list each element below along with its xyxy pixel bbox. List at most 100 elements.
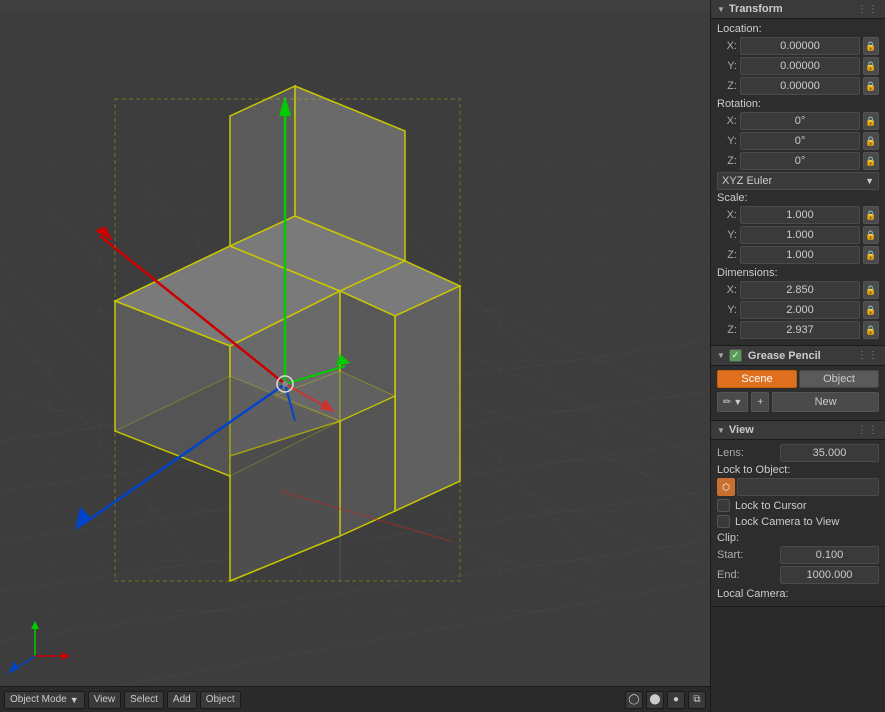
transform-header[interactable]: ▼ Transform ⋮⋮ bbox=[711, 0, 885, 19]
clip-end-row: End: 1000.000 bbox=[717, 566, 879, 584]
location-y-lock[interactable]: 🔒 bbox=[863, 57, 879, 75]
location-x-lock[interactable]: 🔒 bbox=[863, 37, 879, 55]
view-menu[interactable]: View bbox=[88, 691, 122, 709]
gp-tab-scene[interactable]: Scene bbox=[717, 370, 797, 388]
euler-dropdown-row: XYZ Euler ▼ bbox=[717, 172, 879, 190]
dimensions-x-lock[interactable]: 🔒 bbox=[863, 281, 879, 299]
clip-start-field[interactable]: 0.100 bbox=[780, 546, 879, 564]
mode-select[interactable]: Object Mode ▼ bbox=[4, 691, 85, 709]
view-header[interactable]: ▼ View ⋮⋮ bbox=[711, 421, 885, 440]
lens-row: Lens: 35.000 bbox=[717, 444, 879, 462]
view-options-icon: ⋮⋮ bbox=[857, 425, 879, 436]
lock-object-input[interactable] bbox=[737, 478, 879, 496]
lock-object-icon: ⬡ bbox=[717, 478, 735, 496]
gp-tab-object[interactable]: Object bbox=[799, 370, 879, 388]
dimensions-z-field[interactable]: 2.937 bbox=[740, 321, 860, 339]
rotation-y-label: Y: bbox=[717, 135, 737, 147]
lock-object-section: Lock to Object: ⬡ bbox=[717, 464, 879, 496]
dimensions-z-row: Z: 2.937 🔒 bbox=[717, 321, 879, 339]
dimensions-y-label: Y: bbox=[717, 304, 737, 316]
clip-section: Clip: Start: 0.100 End: 1000.000 bbox=[717, 532, 879, 584]
location-z-lock[interactable]: 🔒 bbox=[863, 77, 879, 95]
dimensions-label-row: Dimensions: bbox=[717, 267, 879, 279]
gp-enable-checkbox[interactable]: ✓ bbox=[729, 349, 742, 362]
view-collapse-icon: ▼ bbox=[717, 426, 725, 435]
lens-label: Lens: bbox=[717, 447, 777, 459]
lock-object-field: ⬡ bbox=[717, 478, 879, 496]
dimensions-y-lock[interactable]: 🔒 bbox=[863, 301, 879, 319]
scale-x-field[interactable]: 1.000 bbox=[740, 206, 860, 224]
rotation-x-lock[interactable]: 🔒 bbox=[863, 112, 879, 130]
dimensions-y-field[interactable]: 2.000 bbox=[740, 301, 860, 319]
grease-pencil-header[interactable]: ▼ ✓ Grease Pencil ⋮⋮ bbox=[711, 346, 885, 366]
clip-label: Clip: bbox=[717, 532, 879, 544]
lock-camera-label: Lock Camera to View bbox=[735, 516, 839, 528]
lock-camera-checkbox[interactable] bbox=[717, 515, 730, 528]
rotation-z-field[interactable]: 0° bbox=[740, 152, 860, 170]
dimensions-x-label: X: bbox=[717, 284, 737, 296]
local-camera-label: Local Camera: bbox=[717, 588, 879, 600]
scale-x-lock[interactable]: 🔒 bbox=[863, 206, 879, 224]
view-title: View bbox=[729, 424, 853, 436]
clip-start-row: Start: 0.100 bbox=[717, 546, 879, 564]
clip-end-label: End: bbox=[717, 569, 777, 581]
view-content: Lens: 35.000 Lock to Object: ⬡ Lock to C bbox=[711, 440, 885, 606]
dimensions-label: Dimensions: bbox=[717, 267, 778, 279]
object-menu[interactable]: Object bbox=[200, 691, 241, 709]
add-menu[interactable]: Add bbox=[167, 691, 197, 709]
lock-cursor-row: Lock to Cursor bbox=[717, 499, 879, 512]
gp-add-btn[interactable]: + bbox=[751, 392, 769, 412]
lock-cursor-checkbox[interactable] bbox=[717, 499, 730, 512]
overlay-toggle[interactable]: ⧉ bbox=[688, 691, 706, 709]
gp-title: Grease Pencil bbox=[748, 350, 853, 362]
location-z-label: Z: bbox=[717, 80, 737, 92]
rotation-x-field[interactable]: 0° bbox=[740, 112, 860, 130]
rotation-y-field[interactable]: 0° bbox=[740, 132, 860, 150]
scale-z-lock[interactable]: 🔒 bbox=[863, 246, 879, 264]
dimensions-y-row: Y: 2.000 🔒 bbox=[717, 301, 879, 319]
gp-pencil-btn[interactable]: ✏ ▼ bbox=[717, 392, 748, 412]
scale-z-label: Z: bbox=[717, 249, 737, 261]
lock-object-label: Lock to Object: bbox=[717, 464, 879, 476]
location-y-field[interactable]: 0.00000 bbox=[740, 57, 860, 75]
gp-options-icon: ⋮⋮ bbox=[857, 350, 879, 361]
location-y-row: Y: 0.00000 🔒 bbox=[717, 57, 879, 75]
location-z-field[interactable]: 0.00000 bbox=[740, 77, 860, 95]
rotation-z-lock[interactable]: 🔒 bbox=[863, 152, 879, 170]
clip-start-label: Start: bbox=[717, 549, 777, 561]
location-x-field[interactable]: 0.00000 bbox=[740, 37, 860, 55]
lock-cursor-label: Lock to Cursor bbox=[735, 500, 807, 512]
viewport-shade[interactable]: ● bbox=[667, 691, 685, 709]
lens-field[interactable]: 35.000 bbox=[780, 444, 879, 462]
select-menu[interactable]: Select bbox=[124, 691, 164, 709]
grease-pencil-section: ▼ ✓ Grease Pencil ⋮⋮ Scene Object ✏ ▼ bbox=[711, 346, 885, 421]
dimensions-x-field[interactable]: 2.850 bbox=[740, 281, 860, 299]
rotation-x-label: X: bbox=[717, 115, 737, 127]
gp-new-row: ✏ ▼ + New bbox=[717, 392, 879, 412]
scale-y-row: Y: 1.000 🔒 bbox=[717, 226, 879, 244]
rotation-label-row: Rotation: bbox=[717, 98, 879, 110]
gp-tabs: Scene Object bbox=[717, 370, 879, 388]
dimensions-z-lock[interactable]: 🔒 bbox=[863, 321, 879, 339]
euler-dropdown[interactable]: XYZ Euler ▼ bbox=[717, 172, 879, 190]
gp-new-button[interactable]: New bbox=[772, 392, 879, 412]
scale-y-lock[interactable]: 🔒 bbox=[863, 226, 879, 244]
render-mode[interactable]: ⬤ bbox=[646, 691, 664, 709]
rotation-y-row: Y: 0° 🔒 bbox=[717, 132, 879, 150]
location-z-row: Z: 0.00000 🔒 bbox=[717, 77, 879, 95]
scale-y-field[interactable]: 1.000 bbox=[740, 226, 860, 244]
scale-label: Scale: bbox=[717, 192, 748, 204]
local-camera-section: Local Camera: bbox=[717, 588, 879, 600]
viewport-toolbar: Object Mode ▼ View Select Add Object ◯ ⬤… bbox=[0, 686, 710, 712]
scale-y-label: Y: bbox=[717, 229, 737, 241]
rotation-y-lock[interactable]: 🔒 bbox=[863, 132, 879, 150]
transform-collapse-icon: ▼ bbox=[717, 5, 725, 14]
transform-section: ▼ Transform ⋮⋮ Location: X: 0.00000 🔒 Y:… bbox=[711, 0, 885, 346]
wireframe-toggle[interactable]: ◯ bbox=[625, 691, 643, 709]
viewport[interactable]: Object Mode ▼ View Select Add Object ◯ ⬤… bbox=[0, 0, 710, 712]
rotation-z-label: Z: bbox=[717, 155, 737, 167]
scale-z-field[interactable]: 1.000 bbox=[740, 246, 860, 264]
location-x-row: X: 0.00000 🔒 bbox=[717, 37, 879, 55]
clip-end-field[interactable]: 1000.000 bbox=[780, 566, 879, 584]
rotation-x-row: X: 0° 🔒 bbox=[717, 112, 879, 130]
